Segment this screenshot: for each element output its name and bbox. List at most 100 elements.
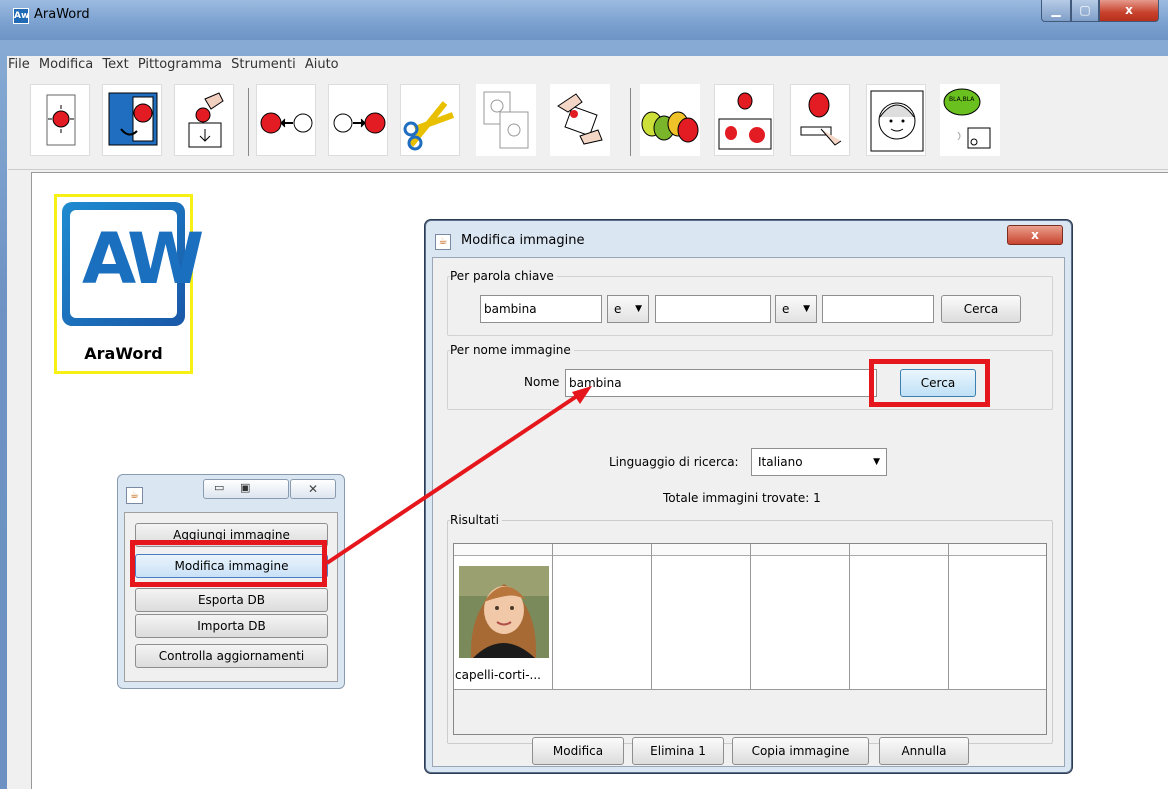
modify-button[interactable]: Modifica — [532, 737, 624, 765]
image-name-field[interactable]: bambina — [565, 369, 877, 397]
keyword-field-2[interactable] — [655, 295, 771, 323]
open-door-icon — [108, 92, 158, 146]
java-icon: ☕ — [126, 487, 143, 504]
results-grid: capelli-corti-... — [453, 543, 1047, 735]
next-arrow-icon — [333, 112, 386, 134]
previous-arrow-icon — [260, 112, 313, 134]
menu-pittogramma[interactable]: Pittogramma — [138, 57, 222, 72]
operator-value-1: e — [614, 302, 622, 316]
araword-logo-text: AW — [82, 218, 204, 300]
total-found-label: Totale immagini trovate: 1 — [663, 491, 821, 505]
apples-button[interactable] — [640, 84, 700, 156]
name-label: Nome — [524, 375, 560, 389]
export-db-button[interactable]: Esporta DB — [135, 588, 328, 612]
pictogram-label: AraWord — [84, 344, 163, 363]
apple-edit-button[interactable] — [790, 84, 850, 156]
copy-image-button[interactable]: Copia immagine — [732, 737, 869, 765]
apples-icon — [641, 111, 699, 143]
araword-logo: AW — [62, 202, 204, 326]
previous-button[interactable] — [256, 84, 316, 156]
copy-pages-icon — [483, 91, 529, 149]
close-icon[interactable]: ✕ — [290, 479, 336, 499]
app-icon: Aw — [13, 8, 29, 24]
speech-button[interactable]: BLA,BLA — [940, 84, 1000, 156]
menu-aiuto[interactable]: Aiuto — [305, 57, 339, 72]
face-button[interactable] — [866, 84, 926, 156]
search-language-value: Italiano — [758, 455, 803, 469]
result-cell[interactable] — [850, 544, 949, 689]
araword-pictogram[interactable]: AW AraWord — [54, 194, 204, 374]
girl-photo — [459, 566, 549, 658]
highlight-search-button — [869, 359, 990, 407]
svg-text:BLA,BLA: BLA,BLA — [949, 96, 975, 103]
results-label: Risultati — [450, 513, 502, 527]
app-window: Aw AraWord ▁ ▢ x File Modifica Text Pitt… — [0, 0, 1168, 789]
result-cell[interactable] — [751, 544, 850, 689]
highlight-edit-image — [130, 540, 327, 587]
minimize-icon: ▁ — [1051, 3, 1061, 17]
menu-file[interactable]: File — [8, 57, 30, 72]
new-document-icon — [46, 94, 76, 146]
chevron-down-icon: ▼ — [873, 457, 880, 467]
close-button[interactable]: x — [1099, 0, 1159, 22]
result-cell[interactable] — [652, 544, 751, 689]
keyword-group: Per parola chiave bambina e ▼ e ▼ Cerca — [447, 269, 1053, 336]
paste-button[interactable] — [550, 84, 610, 156]
operator-select-2[interactable]: e ▼ — [775, 295, 817, 323]
dialog-body: Per parola chiave bambina e ▼ e ▼ Cerca Pe… — [432, 257, 1065, 767]
delete-button[interactable]: Elimina 1 — [632, 737, 724, 765]
result-thumbnail — [459, 566, 549, 658]
toolbar-separator — [248, 88, 249, 156]
copy-button[interactable] — [476, 84, 536, 156]
name-group-label: Per nome immagine — [450, 343, 574, 357]
window-controls: ▭ ▣ — [203, 479, 289, 499]
cancel-button[interactable]: Annulla — [879, 737, 969, 765]
paste-hands-icon — [557, 93, 603, 145]
result-cell[interactable] — [553, 544, 652, 689]
scissors-icon — [403, 101, 455, 151]
minimize-icon[interactable]: ▭ — [214, 481, 224, 494]
menu-bar: File Modifica Text Pittogramma Strumenti… — [8, 57, 344, 77]
import-db-button[interactable]: Importa DB — [135, 614, 328, 638]
araword-logo-inner: AW — [70, 210, 204, 318]
next-button[interactable] — [328, 84, 388, 156]
cut-button[interactable] — [400, 84, 460, 156]
search-language-label: Linguaggio di ricerca: — [609, 455, 739, 469]
grid-footer — [454, 689, 1046, 734]
toolbar-separator — [630, 88, 631, 156]
dialog-close-button[interactable]: x — [1007, 225, 1063, 245]
title-bar: Aw AraWord ▁ ▢ x — [0, 0, 1168, 40]
operator-value-2: e — [782, 302, 790, 316]
menu-text[interactable]: Text — [102, 57, 128, 72]
java-icon: ☕ — [435, 234, 451, 250]
image-tools-panel: Aggiungi immagine Modifica immagine Espo… — [124, 512, 338, 682]
check-updates-button[interactable]: Controlla aggiornamenti — [135, 644, 328, 668]
maximize-button[interactable]: ▢ — [1071, 0, 1099, 22]
save-button[interactable] — [174, 84, 234, 156]
apple-resize-icon — [718, 92, 772, 150]
edit-image-dialog: ☕ Modifica immagine x Per parola chiave … — [425, 220, 1072, 773]
new-document-button[interactable] — [30, 84, 90, 156]
dialog-title: Modifica immagine — [461, 233, 585, 248]
result-cell[interactable]: capelli-corti-... — [454, 544, 553, 689]
apple-size-button[interactable] — [714, 84, 774, 156]
open-button[interactable] — [102, 84, 162, 156]
menu-modifica[interactable]: Modifica — [39, 57, 93, 72]
operator-select-1[interactable]: e ▼ — [607, 295, 649, 323]
maximize-icon: ▢ — [1079, 3, 1091, 17]
save-box-icon — [188, 92, 224, 148]
face-icon — [870, 90, 924, 152]
menu-strumenti[interactable]: Strumenti — [231, 57, 296, 72]
chevron-down-icon: ▼ — [803, 304, 810, 314]
keyword-search-button[interactable]: Cerca — [941, 295, 1021, 323]
close-icon: x — [1125, 3, 1133, 17]
maximize-icon[interactable]: ▣ — [240, 481, 250, 494]
window-title: AraWord — [34, 7, 90, 22]
minimize-button[interactable]: ▁ — [1041, 0, 1071, 22]
keyword-field-1[interactable]: bambina — [480, 295, 602, 323]
result-caption: capelli-corti-... — [455, 668, 541, 682]
keyword-field-3[interactable] — [822, 295, 934, 323]
speech-icon: BLA,BLA — [943, 88, 991, 149]
result-cell[interactable] — [949, 544, 1047, 689]
search-language-select[interactable]: Italiano ▼ — [751, 448, 887, 476]
